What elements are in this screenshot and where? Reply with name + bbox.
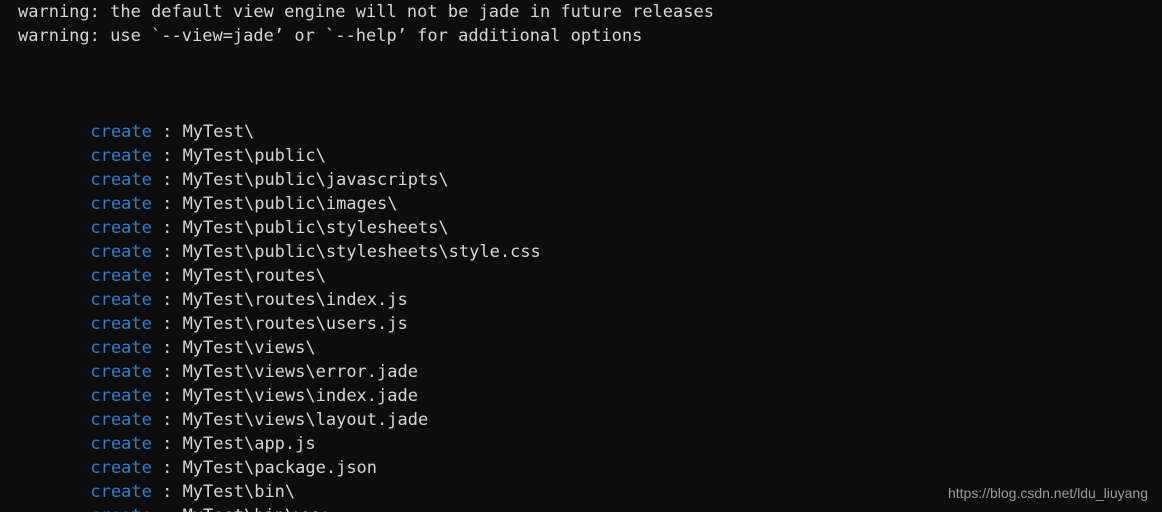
- create-keyword: create: [90, 338, 152, 358]
- created-path: MyTest\app.js: [182, 434, 316, 454]
- watermark: https://blog.csdn.net/ldu_liuyang: [947, 485, 1148, 501]
- create-keyword: create: [90, 458, 152, 478]
- create-keyword: create: [90, 434, 152, 454]
- created-path: MyTest\routes\: [182, 266, 326, 286]
- created-path: MyTest\public\stylesheets\: [182, 218, 449, 238]
- created-path: MyTest\public\stylesheets\style.css: [182, 242, 541, 262]
- create-separator: :: [151, 242, 183, 262]
- created-path: MyTest\views\layout.jade: [182, 410, 429, 430]
- warning-line: warning: the default view engine will no…: [18, 2, 714, 22]
- created-path: MyTest\public\: [182, 146, 326, 166]
- created-path: MyTest\public\javascripts\: [182, 170, 449, 190]
- created-path: MyTest\views\error.jade: [182, 362, 418, 382]
- create-keyword: create: [90, 410, 152, 430]
- create-keyword: create: [90, 314, 152, 334]
- create-keyword: create: [90, 290, 152, 310]
- create-separator: :: [151, 338, 183, 358]
- created-path: MyTest\bin\www: [183, 506, 326, 512]
- create-keyword: create: [90, 386, 152, 406]
- create-keyword: create: [90, 194, 152, 214]
- create-keyword: create: [90, 482, 152, 502]
- created-path: MyTest\public\images\: [182, 194, 398, 214]
- created-path: MyTest\routes\users.js: [182, 314, 408, 334]
- create-keyword: create: [90, 266, 152, 286]
- create-keyword: create: [90, 146, 152, 166]
- create-separator: :: [151, 386, 183, 406]
- create-line: create : MyTest\: [0, 96, 1162, 142]
- terminal-window[interactable]: warning: the default view engine will no…: [0, 0, 1162, 512]
- create-keyword: create: [90, 122, 152, 142]
- create-separator: :: [151, 146, 183, 166]
- create-separator: :: [151, 458, 183, 478]
- terminal-output: warning: the default view engine will no…: [0, 0, 1162, 512]
- create-keyword: create: [90, 506, 151, 512]
- create-separator: :: [151, 314, 183, 334]
- create-separator: :: [151, 170, 183, 190]
- created-path: MyTest\views\index.jade: [182, 386, 418, 406]
- create-separator: :: [151, 410, 183, 430]
- create-keyword: create: [90, 242, 152, 262]
- create-separator: :: [151, 266, 183, 286]
- create-keyword: create: [90, 170, 152, 190]
- created-path: MyTest\views\: [182, 338, 316, 358]
- warning-line: warning: use `--view=jade’ or `--help’ f…: [18, 26, 643, 46]
- create-keyword: create: [90, 362, 152, 382]
- create-separator: :: [151, 194, 183, 214]
- created-path: MyTest\bin\: [182, 482, 296, 502]
- create-separator: :: [151, 290, 183, 310]
- create-separator: :: [151, 482, 183, 502]
- create-separator: :: [151, 218, 183, 238]
- created-path: MyTest\package.json: [182, 458, 378, 478]
- create-separator: :: [151, 434, 183, 454]
- created-path: MyTest\: [182, 122, 255, 142]
- create-keyword: create: [90, 218, 152, 238]
- created-path: MyTest\routes\index.js: [182, 290, 408, 310]
- create-separator: :: [151, 362, 183, 382]
- create-separator: :: [151, 122, 183, 142]
- create-separator: :: [152, 506, 183, 512]
